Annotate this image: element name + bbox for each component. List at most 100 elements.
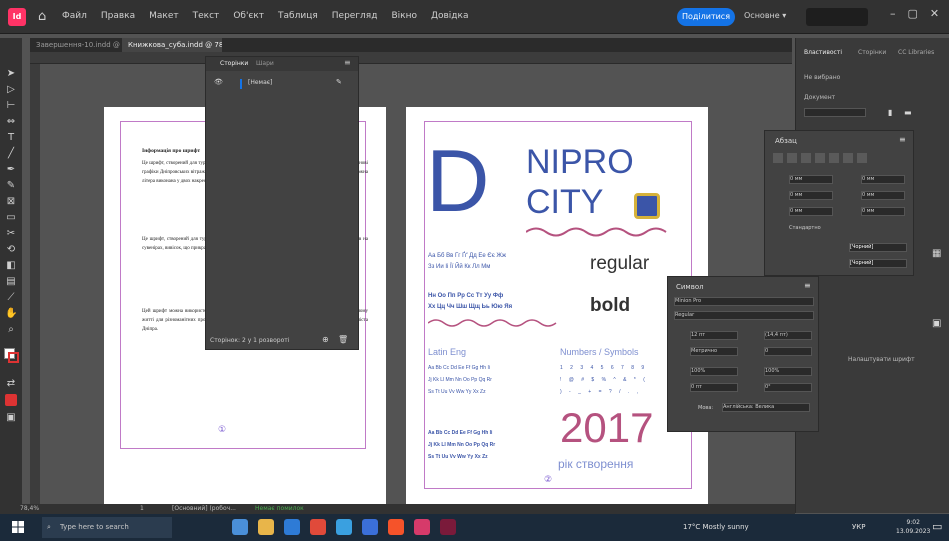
zoom-level[interactable]: 78,4% [20,505,39,512]
menu-object[interactable]: Об'єкт [233,11,264,21]
preview-mode-icon[interactable]: ▣ [5,412,17,424]
menu-file[interactable]: Файл [62,11,87,21]
workspace-switcher[interactable]: Основне ▾ [744,11,786,20]
language-indicator[interactable]: УКР [852,523,865,531]
system-clock[interactable]: 9:02 13.09.2023 [896,518,930,536]
cyrillic-line-2[interactable]: Зз Ии Іі Її Йй Кк Лл Мм [428,262,588,273]
font-size-field[interactable]: 12 пт [690,331,738,340]
bold-label[interactable]: bold [590,295,630,317]
logo-letter[interactable]: D [426,137,490,225]
share-button[interactable]: Поділитися [677,8,735,26]
horizontal-scale-field[interactable]: 100% [764,367,812,376]
font-family-select[interactable]: Minion Pro [674,297,814,306]
preflight-status[interactable]: Немає помилок [255,505,304,512]
page-tool-icon[interactable]: ⊢ [5,100,17,112]
stroke-swatch-icon[interactable] [8,352,19,363]
eyedropper-tool-icon[interactable]: ⟋ [5,292,17,304]
edge-icon[interactable] [284,519,300,535]
numbers-line-1[interactable]: 1 2 3 4 5 6 7 8 9 [560,362,670,374]
latin-bold-line-2[interactable]: Jj Kk Ll Mm Nn Oo Pp Qq Rr [428,439,563,451]
grid-icon[interactable]: ▦ [932,248,941,259]
numbers-title[interactable]: Numbers / Symbols [560,347,639,357]
swap-colors-icon[interactable]: ⇄ [5,378,17,390]
search-input[interactable] [806,8,868,26]
portrait-icon[interactable]: ▮ [888,108,892,117]
cyrillic-line-1[interactable]: Аа Бб Вв Гг Ґґ Дд Ее Єє Жж [428,251,588,262]
tab-pages-rp[interactable]: Сторінки [858,49,886,56]
file-explorer-icon[interactable] [258,519,274,535]
selection-tool-icon[interactable]: ➤ [5,68,17,80]
page-list-item[interactable]: 👁 [Немає] ✎ [210,77,354,89]
latin-bold-line-3[interactable]: Ss Tt Uu Vv Ww Yy Xx Zz [428,451,563,463]
latin-title[interactable]: Latin Eng [428,347,466,357]
direct-selection-tool-icon[interactable]: ▷ [5,84,17,96]
apply-color-icon[interactable] [5,394,17,406]
transform-tool-icon[interactable]: ⟲ [5,244,17,256]
gap-tool-icon[interactable]: ⇔ [5,116,17,128]
windows-start-icon[interactable] [12,521,24,533]
space-after-field[interactable]: 0 мм [861,207,905,216]
right-indent-field[interactable]: 0 мм [861,175,905,184]
numbers-line-2[interactable]: ! @ # $ % ^ & * ( [560,374,670,386]
frame-icon[interactable]: ▣ [932,318,941,329]
store-icon[interactable] [388,519,404,535]
pen-icon[interactable]: ✎ [336,78,342,86]
tab-layers[interactable]: Шари [256,60,274,67]
new-page-icon[interactable]: ⊕ [322,335,329,344]
tracking-field[interactable]: 0 [764,347,812,356]
hand-tool-icon[interactable]: ✋ [5,308,17,320]
scissors-tool-icon[interactable]: ✂ [5,228,17,240]
preset-select[interactable]: [Основний] (робоч... [172,505,236,512]
tab-document-2[interactable]: Книжкова_суба.indd @ 78% [Перетворено] [122,38,222,52]
word-icon[interactable] [362,519,378,535]
latin-bold-line-1[interactable]: Aa Bb Cc Dd Ee Ff Gg Hh Ii [428,427,563,439]
cyrillic-line-4[interactable]: Хх Цц Чч Шш Щщ Ьь Юю Яя [428,302,588,313]
language-select[interactable]: Англійська: Велика [722,403,810,412]
logo-line-1[interactable]: NIPRO [526,145,634,179]
panel-menu-icon[interactable]: ≡ [804,281,811,290]
align-center-icon[interactable] [787,153,797,163]
tab-document-1[interactable]: Завершення-10.indd @ 78% [Перетворено] [30,38,122,52]
landscape-icon[interactable]: ▬ [904,108,912,117]
note-tool-icon[interactable]: ▤ [5,276,17,288]
menu-view[interactable]: Перегляд [332,11,378,21]
zoom-tool-icon[interactable]: ⌕ [5,324,17,336]
cyrillic-line-3[interactable]: Нн Оо Пп Рр Сс Тт Уу Фф [428,291,588,302]
document-preset-select[interactable] [804,108,866,117]
home-icon[interactable]: ⌂ [38,9,46,24]
justify-center-icon[interactable] [829,153,839,163]
drop-cap-select[interactable]: Стандартно [789,225,821,231]
first-line-indent-field[interactable]: 0 мм [789,191,833,200]
page-field[interactable]: 1 [140,505,144,512]
task-view-icon[interactable] [232,519,248,535]
year-caption[interactable]: рік створення [558,457,633,471]
pencil-tool-icon[interactable]: ✎ [5,180,17,192]
align-right-icon[interactable] [801,153,811,163]
close-icon[interactable]: ✕ [930,7,939,20]
menu-type[interactable]: Текст [193,11,220,21]
tab-pages[interactable]: Сторінки [220,60,248,67]
font-style-select[interactable]: Regular [674,311,814,320]
eye-icon[interactable]: 👁 [214,78,223,86]
panel-menu-icon[interactable]: ≡ [344,58,351,67]
adjust-font-label[interactable]: Налаштувати шрифт [848,356,915,363]
acrobat-icon[interactable] [440,519,456,535]
menu-window[interactable]: Вікно [391,11,417,21]
left-indent-field[interactable]: 0 мм [789,175,833,184]
regular-label[interactable]: regular [590,253,649,275]
type-tool-icon[interactable]: T [5,132,17,144]
weather-widget[interactable]: 17°C Mostly sunny [683,523,749,531]
menu-table[interactable]: Таблиця [278,11,318,21]
telegram-icon[interactable] [336,519,352,535]
menu-edit[interactable]: Правка [101,11,135,21]
indesign-taskbar-icon[interactable] [414,519,430,535]
tab-properties[interactable]: Властивості [804,49,842,56]
chrome-icon[interactable] [310,519,326,535]
pen-tool-icon[interactable]: ✒ [5,164,17,176]
baseline-shift-field[interactable]: 0 пт [690,383,738,392]
minimize-icon[interactable]: – [890,7,896,20]
line-tool-icon[interactable]: ╱ [5,148,17,160]
rectangle-frame-tool-icon[interactable]: ⊠ [5,196,17,208]
panel-menu-icon[interactable]: ≡ [899,135,906,144]
rectangle-tool-icon[interactable]: ▭ [5,212,17,224]
